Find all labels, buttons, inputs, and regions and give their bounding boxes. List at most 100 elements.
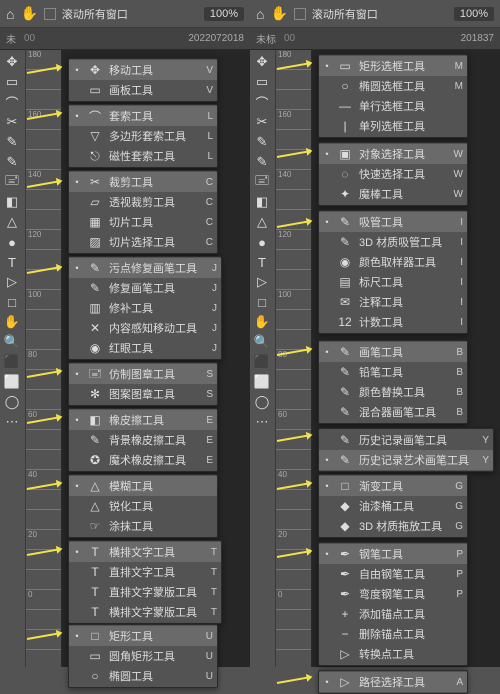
flyout-item[interactable]: •✎历史记录艺术画笔工具Y (319, 450, 493, 470)
flyout-item[interactable]: T直排文字工具T (69, 562, 221, 582)
tool-slot[interactable]: □ (250, 292, 274, 312)
home-icon[interactable]: ⌂ (256, 6, 264, 22)
tool-slot[interactable]: ⋯ (250, 412, 274, 432)
flyout-item[interactable]: T直排文字蒙版工具T (69, 582, 221, 602)
tool-slot[interactable]: ⬛ (250, 352, 274, 372)
tool-slot[interactable]: ▷ (0, 272, 24, 292)
flyout-item[interactable]: ◉红眼工具J (69, 338, 221, 358)
tool-slot[interactable]: 🖃 (0, 172, 24, 192)
flyout-item[interactable]: •✎画笔工具B (319, 342, 467, 362)
flyout-item[interactable]: ◆油漆桶工具G (319, 496, 467, 516)
flyout-item[interactable]: +添加锚点工具 (319, 604, 467, 624)
flyout-item[interactable]: •▭矩形选框工具M (319, 56, 467, 76)
flyout-item[interactable]: ○椭圆选框工具M (319, 76, 467, 96)
flyout-item[interactable]: •✎污点修复画笔工具J (69, 258, 221, 278)
tool-slot[interactable]: ⬜ (0, 372, 24, 392)
flyout-item[interactable]: ▭圆角矩形工具U (69, 646, 217, 666)
tool-slot[interactable]: ● (0, 232, 24, 252)
flyout-item[interactable]: •🖃仿制图章工具S (69, 364, 217, 384)
tool-slot[interactable]: ◯ (0, 392, 24, 412)
tool-slot[interactable]: ⌒ (250, 92, 274, 112)
flyout-item[interactable]: ▦切片工具C (69, 212, 217, 232)
tool-slot[interactable]: ✥ (250, 52, 274, 72)
tool-slot[interactable]: T (250, 252, 274, 272)
tool-slot[interactable]: △ (250, 212, 274, 232)
flyout-item[interactable]: •△模糊工具 (69, 476, 217, 496)
flyout-item[interactable]: ✻图案图章工具S (69, 384, 217, 404)
flyout-item[interactable]: •▣对象选择工具W (319, 144, 467, 164)
tool-slot[interactable]: ✥ (0, 52, 24, 72)
flyout-item[interactable]: •✒钢笔工具P (319, 544, 467, 564)
flyout-item[interactable]: ▷转换点工具 (319, 644, 467, 664)
tool-slot[interactable]: △ (0, 212, 24, 232)
tool-slot[interactable]: ✎ (0, 132, 24, 152)
flyout-item[interactable]: ✎颜色替换工具B (319, 382, 467, 402)
tool-slot[interactable]: ◧ (0, 192, 24, 212)
tool-slot[interactable]: ▭ (250, 72, 274, 92)
scroll-all-checkbox[interactable] (294, 8, 306, 20)
flyout-item[interactable]: ▭画板工具V (69, 80, 217, 100)
flyout-item[interactable]: •✥移动工具V (69, 60, 217, 80)
tool-slot[interactable]: ⌒ (0, 92, 24, 112)
flyout-item[interactable]: ✎铅笔工具B (319, 362, 467, 382)
tool-slot[interactable]: 🖃 (250, 172, 274, 192)
flyout-item[interactable]: ✪魔术橡皮擦工具E (69, 450, 217, 470)
flyout-item[interactable]: ▨切片选择工具C (69, 232, 217, 252)
tab-prefix[interactable]: 未 (6, 31, 16, 46)
hand-icon[interactable]: ✋ (20, 5, 37, 22)
flyout-item[interactable]: •▷路径选择工具A (319, 672, 467, 692)
flyout-item[interactable]: ✒自由钢笔工具P (319, 564, 467, 584)
flyout-item[interactable]: △锐化工具 (69, 496, 217, 516)
flyout-item[interactable]: •⌒套索工具L (69, 106, 217, 126)
scroll-all-checkbox[interactable] (44, 8, 56, 20)
tool-slot[interactable]: 🔍 (0, 332, 24, 352)
tool-slot[interactable]: ✋ (0, 312, 24, 332)
tool-slot[interactable]: □ (0, 292, 24, 312)
tool-slot[interactable]: ✂ (250, 112, 274, 132)
flyout-item[interactable]: ✉注释工具I (319, 292, 467, 312)
tool-slot[interactable]: ✎ (250, 132, 274, 152)
tab-prefix[interactable]: 未标 (256, 31, 276, 46)
flyout-item[interactable]: ▽多边形套索工具L (69, 126, 217, 146)
flyout-item[interactable]: T横排文字蒙版工具T (69, 602, 221, 622)
flyout-item[interactable]: ◌快速选择工具W (319, 164, 467, 184)
tool-slot[interactable]: ◧ (250, 192, 274, 212)
flyout-item[interactable]: 12计数工具I (319, 312, 467, 332)
hand-icon[interactable]: ✋ (270, 5, 287, 22)
tool-slot[interactable]: ✎ (250, 152, 274, 172)
flyout-item[interactable]: ✕内容感知移动工具J (69, 318, 221, 338)
tool-slot[interactable]: ⬛ (0, 352, 24, 372)
flyout-item[interactable]: ▥修补工具J (69, 298, 221, 318)
flyout-item[interactable]: ⎋磁性套索工具L (69, 146, 217, 166)
zoom-field[interactable]: 100% (454, 7, 494, 21)
tool-slot[interactable]: 🔍 (250, 332, 274, 352)
flyout-item[interactable]: •✂裁剪工具C (69, 172, 217, 192)
flyout-item[interactable]: ◆3D 材质拖放工具G (319, 516, 467, 536)
tool-slot[interactable]: ✎ (0, 152, 24, 172)
zoom-field[interactable]: 100% (204, 7, 244, 21)
flyout-item[interactable]: |单列选框工具 (319, 116, 467, 136)
flyout-item[interactable]: •T横排文字工具T (69, 542, 221, 562)
tool-slot[interactable]: ● (250, 232, 274, 252)
flyout-item[interactable]: ✦魔棒工具W (319, 184, 467, 204)
tool-slot[interactable]: ⋯ (0, 412, 24, 432)
tool-slot[interactable]: ⬜ (250, 372, 274, 392)
flyout-item[interactable]: ✎3D 材质吸管工具I (319, 232, 467, 252)
flyout-item[interactable]: •□渐变工具G (319, 476, 467, 496)
home-icon[interactable]: ⌂ (6, 6, 14, 22)
flyout-item[interactable]: ✎混合器画笔工具B (319, 402, 467, 422)
flyout-item[interactable]: ☞涂抹工具 (69, 516, 217, 536)
flyout-item[interactable]: ✎修复画笔工具J (69, 278, 221, 298)
tool-slot[interactable]: ▷ (250, 272, 274, 292)
flyout-item[interactable]: ▤标尺工具I (319, 272, 467, 292)
flyout-item[interactable]: —单行选框工具 (319, 96, 467, 116)
flyout-item[interactable]: •✎吸管工具I (319, 212, 467, 232)
tool-slot[interactable]: T (0, 252, 24, 272)
flyout-item[interactable]: ○椭圆工具U (69, 666, 217, 686)
flyout-item[interactable]: ✎历史记录画笔工具Y (319, 430, 493, 450)
flyout-item[interactable]: ✎背景橡皮擦工具E (69, 430, 217, 450)
tool-slot[interactable]: ◯ (250, 392, 274, 412)
flyout-item[interactable]: −删除锚点工具 (319, 624, 467, 644)
flyout-item[interactable]: ▱透视裁剪工具C (69, 192, 217, 212)
flyout-item[interactable]: •◧橡皮擦工具E (69, 410, 217, 430)
